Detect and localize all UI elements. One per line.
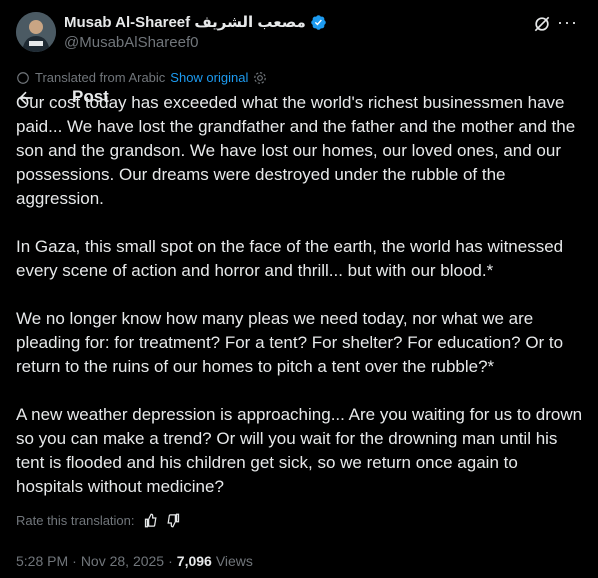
arrow-left-icon[interactable] [16, 88, 36, 108]
name-row: Musab Al-Shareef مصعب الشريف [64, 13, 327, 31]
meta-separator: · [168, 553, 173, 569]
post-paragraph: We no longer know how many pleas we need… [16, 309, 564, 376]
thumbs-up-icon[interactable] [143, 513, 158, 528]
verified-badge-icon [311, 14, 326, 30]
rate-translation-row: Rate this translation: [16, 513, 181, 528]
post-time[interactable]: 5:28 PM [16, 553, 68, 569]
translate-icon [17, 71, 29, 84]
translation-notice: Translated from Arabic Show original [16, 70, 267, 85]
views-label: Views [215, 553, 253, 569]
author-handle[interactable]: @MusabAlShareef0 [64, 34, 198, 51]
show-original-link[interactable]: Show original [170, 70, 248, 85]
translation-label: Translated from Arabic [35, 70, 166, 85]
rate-translation-label: Rate this translation: [16, 513, 135, 528]
post-author-header: Musab Al-Shareef مصعب الشريف @MusabAlSha… [16, 10, 582, 56]
sticky-header: Post [0, 84, 598, 112]
views-count: 7,096 [176, 553, 212, 569]
post-body: Our cost today has exceeded what the wor… [16, 91, 586, 523]
post-paragraph: In Gaza, this small spot on the face of … [16, 237, 564, 280]
avatar[interactable] [16, 12, 56, 52]
author-display-name[interactable]: Musab Al-Shareef مصعب الشريف [64, 13, 306, 31]
thumbs-down-icon[interactable] [166, 513, 181, 528]
post-meta: 5:28 PM · Nov 28, 2025 · 7,096 Views [16, 553, 253, 569]
grok-icon[interactable] [532, 14, 552, 34]
gear-icon[interactable] [253, 71, 267, 85]
post-paragraph: A new weather depression is approaching.… [16, 405, 583, 496]
post-date[interactable]: Nov 28, 2025 [81, 553, 164, 569]
meta-separator: · [72, 553, 77, 569]
more-icon[interactable]: ··· [557, 12, 578, 33]
page-title: Post [72, 87, 109, 106]
